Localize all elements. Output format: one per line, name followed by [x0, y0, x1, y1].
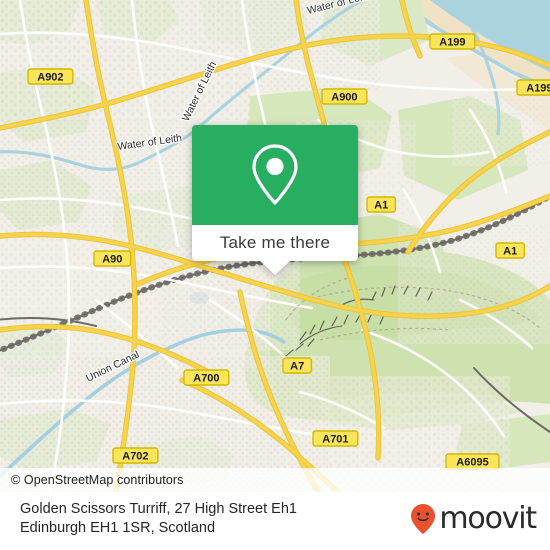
- road-shield-a1: A1: [366, 196, 397, 213]
- moovit-pin-smiley-icon: [411, 504, 436, 534]
- svg-text:A199: A199: [526, 82, 550, 94]
- popup-header: [192, 125, 358, 225]
- road-shield-a701: A701: [312, 430, 359, 447]
- svg-text:A701: A701: [322, 433, 348, 445]
- take-me-there-button[interactable]: Take me there: [192, 225, 358, 261]
- footer-bar: Golden Scissors Turriff, 27 High Street …: [0, 492, 550, 550]
- road-shield-a90: A90: [93, 250, 132, 267]
- moovit-logo[interactable]: moovit: [410, 501, 537, 536]
- road-shield-a199: A199: [429, 33, 476, 50]
- moovit-wordmark: moovit: [439, 501, 537, 536]
- road-shield-a900: A900: [321, 88, 368, 105]
- road-shield-a7: A7: [282, 357, 313, 374]
- road-shield-a199: A199: [516, 79, 550, 96]
- road-shield-a700: A700: [183, 369, 230, 386]
- map-pin-icon: [252, 144, 298, 205]
- moovit-map-screenshot: Water of Leith Water of Leith Water of Lei…: [0, 0, 550, 550]
- svg-text:A900: A900: [331, 91, 357, 103]
- svg-text:A1: A1: [503, 245, 517, 257]
- svg-text:A6095: A6095: [456, 456, 488, 468]
- popup-pointer-tail: [260, 261, 290, 275]
- svg-text:A1: A1: [374, 199, 388, 211]
- road-shield-a702: A702: [112, 447, 159, 464]
- svg-text:A199: A199: [439, 36, 465, 48]
- svg-text:A702: A702: [122, 450, 148, 462]
- road-shield-a1: A1: [495, 242, 526, 259]
- map-popup-card[interactable]: Take me there: [192, 125, 358, 275]
- svg-text:A7: A7: [290, 360, 304, 372]
- svg-text:A90: A90: [102, 253, 122, 265]
- svg-text:A700: A700: [193, 372, 219, 384]
- osm-attribution-bar: © OpenStreetMap contributors: [0, 468, 550, 492]
- road-shield-a6095: A6095: [445, 453, 500, 470]
- svg-text:A902: A902: [37, 71, 63, 83]
- address-line-2: Edinburgh EH1 1SR, Scotland: [20, 520, 216, 536]
- address-line-1: Golden Scissors Turriff, 27 High Street …: [20, 501, 297, 517]
- location-address: Golden Scissors Turriff, 27 High Street …: [20, 500, 370, 538]
- road-shield-a902: A902: [27, 68, 74, 85]
- take-me-there-label: Take me there: [219, 233, 331, 252]
- osm-attribution-text[interactable]: © OpenStreetMap contributors: [11, 473, 184, 487]
